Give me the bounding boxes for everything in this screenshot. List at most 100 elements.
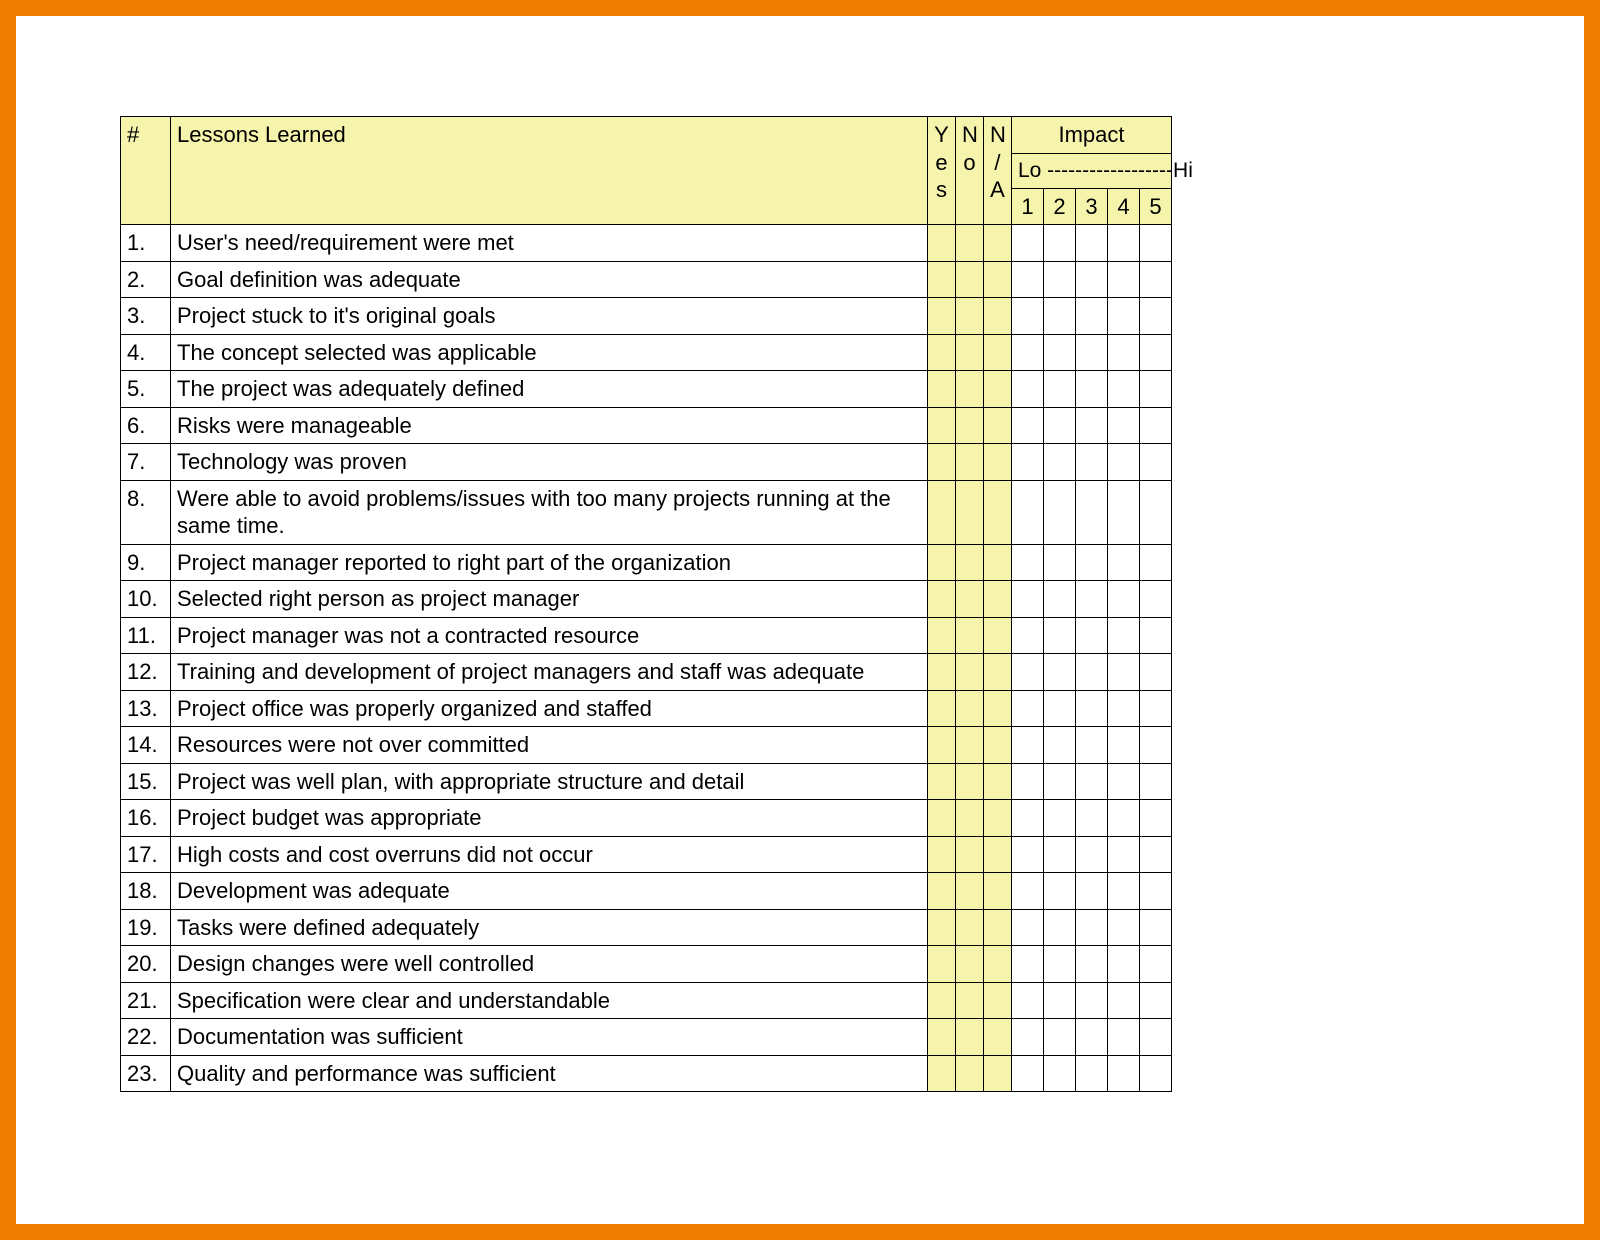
cell-impact-5[interactable]: [1139, 544, 1171, 581]
cell-no[interactable]: [955, 982, 983, 1019]
cell-na[interactable]: [983, 654, 1011, 691]
cell-impact-1[interactable]: [1011, 909, 1043, 946]
cell-no[interactable]: [955, 1019, 983, 1056]
cell-yes[interactable]: [927, 261, 955, 298]
cell-impact-2[interactable]: [1043, 480, 1075, 544]
cell-no[interactable]: [955, 654, 983, 691]
cell-impact-2[interactable]: [1043, 1019, 1075, 1056]
cell-yes[interactable]: [927, 763, 955, 800]
cell-impact-4[interactable]: [1107, 909, 1139, 946]
cell-impact-2[interactable]: [1043, 690, 1075, 727]
cell-impact-5[interactable]: [1139, 800, 1171, 837]
cell-impact-2[interactable]: [1043, 371, 1075, 408]
cell-no[interactable]: [955, 873, 983, 910]
cell-yes[interactable]: [927, 909, 955, 946]
cell-yes[interactable]: [927, 873, 955, 910]
cell-impact-5[interactable]: [1139, 836, 1171, 873]
cell-impact-5[interactable]: [1139, 371, 1171, 408]
cell-impact-1[interactable]: [1011, 1019, 1043, 1056]
cell-impact-4[interactable]: [1107, 763, 1139, 800]
cell-na[interactable]: [983, 763, 1011, 800]
cell-impact-3[interactable]: [1075, 225, 1107, 262]
cell-impact-3[interactable]: [1075, 1055, 1107, 1092]
cell-impact-5[interactable]: [1139, 909, 1171, 946]
cell-impact-2[interactable]: [1043, 444, 1075, 481]
cell-impact-5[interactable]: [1139, 298, 1171, 335]
cell-yes[interactable]: [927, 946, 955, 983]
cell-impact-4[interactable]: [1107, 982, 1139, 1019]
cell-na[interactable]: [983, 480, 1011, 544]
cell-impact-4[interactable]: [1107, 407, 1139, 444]
cell-yes[interactable]: [927, 1019, 955, 1056]
cell-impact-1[interactable]: [1011, 946, 1043, 983]
cell-impact-1[interactable]: [1011, 407, 1043, 444]
cell-impact-2[interactable]: [1043, 334, 1075, 371]
cell-na[interactable]: [983, 371, 1011, 408]
cell-yes[interactable]: [927, 480, 955, 544]
cell-impact-5[interactable]: [1139, 946, 1171, 983]
cell-impact-3[interactable]: [1075, 480, 1107, 544]
cell-impact-2[interactable]: [1043, 800, 1075, 837]
cell-impact-4[interactable]: [1107, 334, 1139, 371]
cell-yes[interactable]: [927, 1055, 955, 1092]
cell-na[interactable]: [983, 1019, 1011, 1056]
cell-no[interactable]: [955, 1055, 983, 1092]
cell-impact-3[interactable]: [1075, 836, 1107, 873]
cell-impact-3[interactable]: [1075, 444, 1107, 481]
cell-na[interactable]: [983, 444, 1011, 481]
cell-yes[interactable]: [927, 334, 955, 371]
cell-impact-5[interactable]: [1139, 654, 1171, 691]
cell-yes[interactable]: [927, 617, 955, 654]
cell-impact-3[interactable]: [1075, 690, 1107, 727]
cell-impact-5[interactable]: [1139, 1019, 1171, 1056]
cell-impact-5[interactable]: [1139, 763, 1171, 800]
cell-impact-1[interactable]: [1011, 444, 1043, 481]
cell-impact-1[interactable]: [1011, 334, 1043, 371]
cell-impact-4[interactable]: [1107, 727, 1139, 764]
cell-impact-5[interactable]: [1139, 225, 1171, 262]
cell-impact-2[interactable]: [1043, 654, 1075, 691]
cell-impact-5[interactable]: [1139, 982, 1171, 1019]
cell-yes[interactable]: [927, 654, 955, 691]
cell-no[interactable]: [955, 946, 983, 983]
cell-na[interactable]: [983, 727, 1011, 764]
cell-yes[interactable]: [927, 407, 955, 444]
cell-impact-3[interactable]: [1075, 298, 1107, 335]
cell-na[interactable]: [983, 581, 1011, 618]
cell-impact-2[interactable]: [1043, 581, 1075, 618]
cell-impact-3[interactable]: [1075, 873, 1107, 910]
cell-na[interactable]: [983, 946, 1011, 983]
cell-impact-5[interactable]: [1139, 690, 1171, 727]
cell-impact-3[interactable]: [1075, 1019, 1107, 1056]
cell-na[interactable]: [983, 982, 1011, 1019]
cell-impact-2[interactable]: [1043, 1055, 1075, 1092]
cell-impact-4[interactable]: [1107, 654, 1139, 691]
cell-impact-5[interactable]: [1139, 261, 1171, 298]
cell-impact-2[interactable]: [1043, 617, 1075, 654]
cell-impact-4[interactable]: [1107, 617, 1139, 654]
cell-yes[interactable]: [927, 982, 955, 1019]
cell-no[interactable]: [955, 371, 983, 408]
cell-no[interactable]: [955, 407, 983, 444]
cell-no[interactable]: [955, 581, 983, 618]
cell-yes[interactable]: [927, 727, 955, 764]
cell-impact-3[interactable]: [1075, 946, 1107, 983]
cell-impact-4[interactable]: [1107, 1019, 1139, 1056]
cell-impact-5[interactable]: [1139, 334, 1171, 371]
cell-no[interactable]: [955, 225, 983, 262]
cell-yes[interactable]: [927, 690, 955, 727]
cell-no[interactable]: [955, 763, 983, 800]
cell-impact-5[interactable]: [1139, 407, 1171, 444]
cell-impact-4[interactable]: [1107, 480, 1139, 544]
cell-impact-1[interactable]: [1011, 873, 1043, 910]
cell-impact-1[interactable]: [1011, 654, 1043, 691]
cell-impact-1[interactable]: [1011, 225, 1043, 262]
cell-impact-2[interactable]: [1043, 909, 1075, 946]
cell-yes[interactable]: [927, 581, 955, 618]
cell-impact-3[interactable]: [1075, 800, 1107, 837]
cell-impact-3[interactable]: [1075, 982, 1107, 1019]
cell-na[interactable]: [983, 800, 1011, 837]
cell-impact-1[interactable]: [1011, 261, 1043, 298]
cell-impact-3[interactable]: [1075, 407, 1107, 444]
cell-impact-2[interactable]: [1043, 727, 1075, 764]
